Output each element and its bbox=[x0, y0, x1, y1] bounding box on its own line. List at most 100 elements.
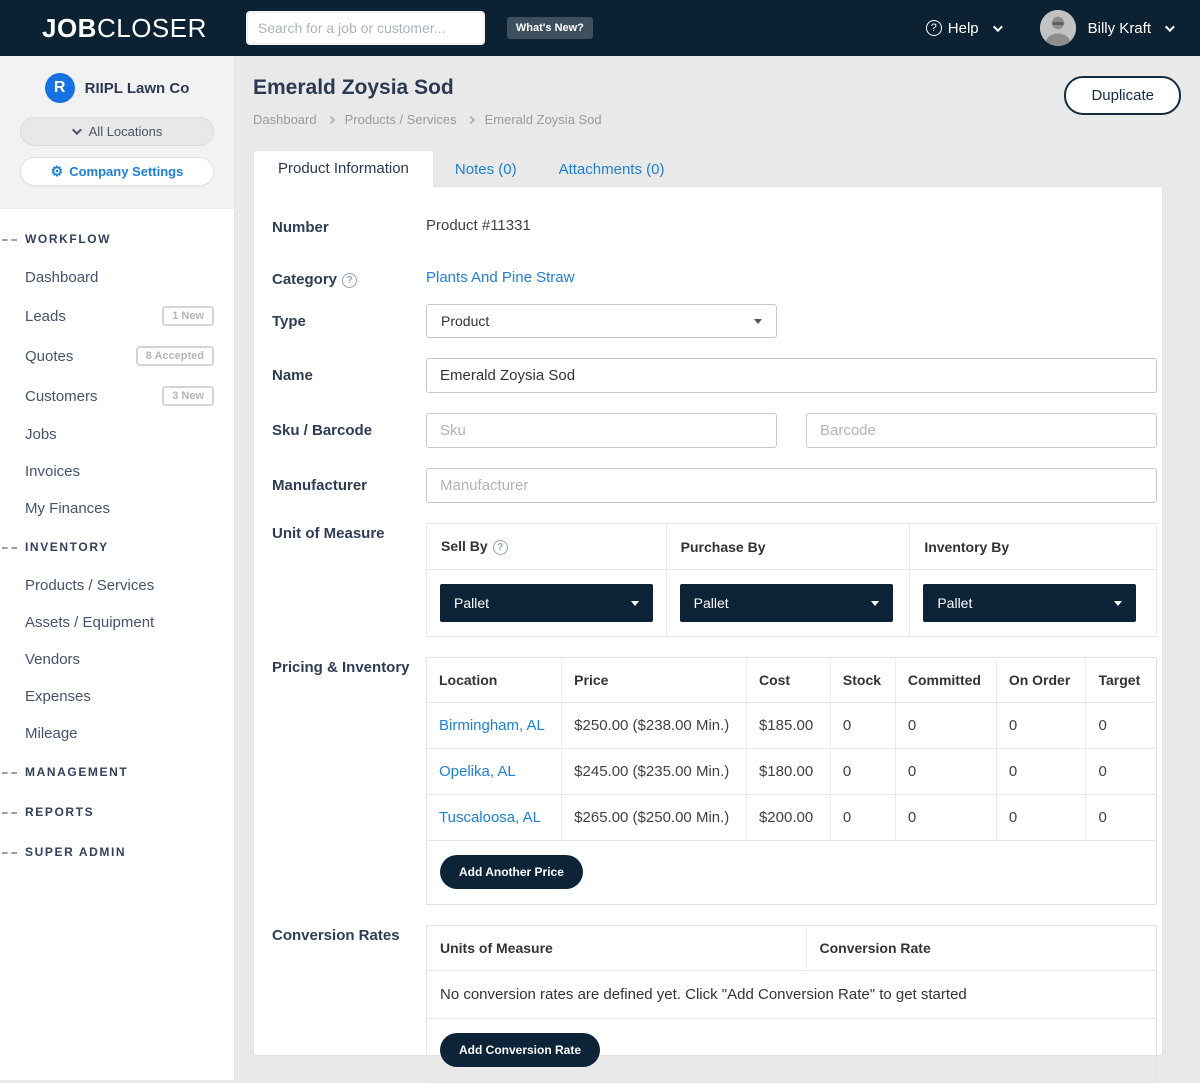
tab-notes[interactable]: Notes (0) bbox=[434, 152, 538, 187]
table-row: Birmingham, AL $250.00 ($238.00 Min.) $1… bbox=[427, 703, 1156, 749]
category-label-text: Category bbox=[272, 271, 337, 288]
sidebar-item-expenses[interactable]: Expenses bbox=[0, 678, 234, 715]
add-conversion-rate-button[interactable]: Add Conversion Rate bbox=[440, 1033, 600, 1067]
sidebar-section-inventory[interactable]: INVENTORY bbox=[0, 527, 234, 567]
sku-input[interactable] bbox=[426, 413, 777, 448]
col-committed: Committed bbox=[895, 658, 996, 703]
location-link-opelika[interactable]: Opelika, AL bbox=[439, 763, 516, 780]
target-cell: 0 bbox=[1086, 795, 1156, 841]
chevron-down-icon[interactable] bbox=[1165, 22, 1175, 32]
sidebar-item-label: Invoices bbox=[25, 463, 80, 480]
sidebar-section-workflow[interactable]: WORKFLOW bbox=[0, 219, 234, 259]
page-title: Emerald Zoysia Sod bbox=[253, 76, 1200, 100]
add-another-price-button[interactable]: Add Another Price bbox=[440, 855, 583, 889]
sidebar-item-jobs[interactable]: Jobs bbox=[0, 416, 234, 453]
col-cost: Cost bbox=[746, 658, 830, 703]
avatar[interactable] bbox=[1040, 10, 1076, 46]
category-help-icon[interactable]: ? bbox=[342, 273, 357, 288]
search-input[interactable] bbox=[246, 11, 485, 45]
inventory-by-value: Pallet bbox=[937, 595, 972, 611]
location-selector[interactable]: All Locations bbox=[20, 117, 214, 146]
company-name: RIIPL Lawn Co bbox=[85, 80, 190, 97]
type-select[interactable]: Product bbox=[426, 304, 777, 338]
breadcrumb-dashboard[interactable]: Dashboard bbox=[253, 112, 317, 127]
number-value: Product #11331 bbox=[426, 217, 531, 236]
conversion-rates-box: Units of Measure Conversion Rate No conv… bbox=[426, 925, 1157, 1083]
sidebar-item-label: Expenses bbox=[25, 688, 91, 705]
col-on-order: On Order bbox=[996, 658, 1086, 703]
location-link-tuscaloosa[interactable]: Tuscaloosa, AL bbox=[439, 809, 541, 826]
purchase-by-value: Pallet bbox=[694, 595, 729, 611]
stock-cell: 0 bbox=[830, 795, 895, 841]
quotes-badge: 8 Accepted bbox=[136, 346, 214, 366]
dropdown-arrow-icon bbox=[754, 319, 762, 324]
col-price: Price bbox=[562, 658, 747, 703]
barcode-input[interactable] bbox=[806, 413, 1157, 448]
company-settings-button[interactable]: ⚙ Company Settings bbox=[20, 157, 214, 186]
table-row: Tuscaloosa, AL $265.00 ($250.00 Min.) $2… bbox=[427, 795, 1156, 841]
name-label: Name bbox=[272, 367, 426, 384]
purchase-by-select[interactable]: Pallet bbox=[680, 584, 893, 622]
sell-by-select[interactable]: Pallet bbox=[440, 584, 653, 622]
conversion-rates-table: Units of Measure Conversion Rate bbox=[427, 926, 1156, 971]
user-name[interactable]: Billy Kraft bbox=[1088, 20, 1151, 37]
sidebar-section-super-admin[interactable]: SUPER ADMIN bbox=[0, 832, 234, 872]
sidebar-item-label: My Finances bbox=[25, 500, 110, 517]
sidebar-item-mileage[interactable]: Mileage bbox=[0, 715, 234, 752]
category-link[interactable]: Plants And Pine Straw bbox=[426, 269, 574, 286]
tab-attachments[interactable]: Attachments (0) bbox=[538, 152, 686, 187]
table-row: Opelika, AL $245.00 ($235.00 Min.) $180.… bbox=[427, 749, 1156, 795]
tab-bar: Product Information Notes (0) Attachment… bbox=[253, 153, 1200, 187]
sell-by-help-icon[interactable]: ? bbox=[493, 540, 508, 555]
top-bar: JOBCLOSER What's New? ? Help Billy Kraft bbox=[0, 0, 1200, 56]
col-stock: Stock bbox=[830, 658, 895, 703]
dropdown-arrow-icon bbox=[631, 601, 639, 606]
on-order-cell: 0 bbox=[996, 795, 1086, 841]
sidebar-section-reports[interactable]: REPORTS bbox=[0, 792, 234, 832]
help-menu[interactable]: ? Help bbox=[926, 20, 1000, 37]
breadcrumb-products-services[interactable]: Products / Services bbox=[345, 112, 457, 127]
sidebar-item-customers[interactable]: Customers 3 New bbox=[0, 376, 234, 416]
committed-cell: 0 bbox=[895, 795, 996, 841]
logo-light: CLOSER bbox=[97, 13, 207, 43]
dropdown-arrow-icon bbox=[871, 601, 879, 606]
pricing-inventory-label: Pricing & Inventory bbox=[272, 657, 426, 905]
col-units-of-measure: Units of Measure bbox=[427, 926, 806, 971]
name-input[interactable] bbox=[426, 358, 1157, 393]
manufacturer-input[interactable] bbox=[426, 468, 1157, 503]
location-selector-label: All Locations bbox=[89, 124, 163, 139]
tab-product-information[interactable]: Product Information bbox=[253, 150, 434, 187]
price-cell: $245.00 ($235.00 Min.) bbox=[562, 749, 747, 795]
conversion-rates-label: Conversion Rates bbox=[272, 925, 426, 1083]
category-label: Category? bbox=[272, 269, 426, 288]
help-label: Help bbox=[948, 20, 979, 37]
sidebar-item-label: Assets / Equipment bbox=[25, 614, 154, 631]
location-link-birmingham[interactable]: Birmingham, AL bbox=[439, 717, 545, 734]
unit-of-measure-table: Sell By? Purchase By Inventory By Pallet… bbox=[426, 523, 1157, 637]
sidebar-section-management[interactable]: MANAGEMENT bbox=[0, 752, 234, 792]
customers-badge: 3 New bbox=[162, 386, 214, 406]
product-information-panel: Number Product #11331 Category? Plants A… bbox=[253, 186, 1163, 1056]
sidebar-item-dashboard[interactable]: Dashboard bbox=[0, 259, 234, 296]
company-logo-icon: R bbox=[45, 73, 75, 103]
sidebar-item-my-finances[interactable]: My Finances bbox=[0, 490, 234, 527]
pricing-header-row: Location Price Cost Stock Committed On O… bbox=[427, 658, 1156, 703]
col-location: Location bbox=[427, 658, 562, 703]
app-logo[interactable]: JOBCLOSER bbox=[42, 13, 207, 44]
duplicate-button[interactable]: Duplicate bbox=[1064, 76, 1181, 115]
sidebar-item-invoices[interactable]: Invoices bbox=[0, 453, 234, 490]
inventory-by-select[interactable]: Pallet bbox=[923, 584, 1136, 622]
sidebar-item-assets-equipment[interactable]: Assets / Equipment bbox=[0, 604, 234, 641]
chevron-down-icon bbox=[993, 22, 1003, 32]
committed-cell: 0 bbox=[895, 749, 996, 795]
sidebar-item-products-services[interactable]: Products / Services bbox=[0, 567, 234, 604]
sidebar-item-leads[interactable]: Leads1 New bbox=[0, 296, 234, 336]
sidebar-item-label: Customers bbox=[25, 388, 98, 405]
target-cell: 0 bbox=[1086, 703, 1156, 749]
sidebar-item-vendors[interactable]: Vendors bbox=[0, 641, 234, 678]
sidebar-item-label: Leads bbox=[25, 308, 66, 325]
sell-by-header: Sell By? bbox=[427, 524, 667, 570]
sidebar-item-quotes[interactable]: Quotes8 Accepted bbox=[0, 336, 234, 376]
chevron-down-icon bbox=[72, 125, 82, 135]
whats-new-button[interactable]: What's New? bbox=[507, 17, 593, 39]
